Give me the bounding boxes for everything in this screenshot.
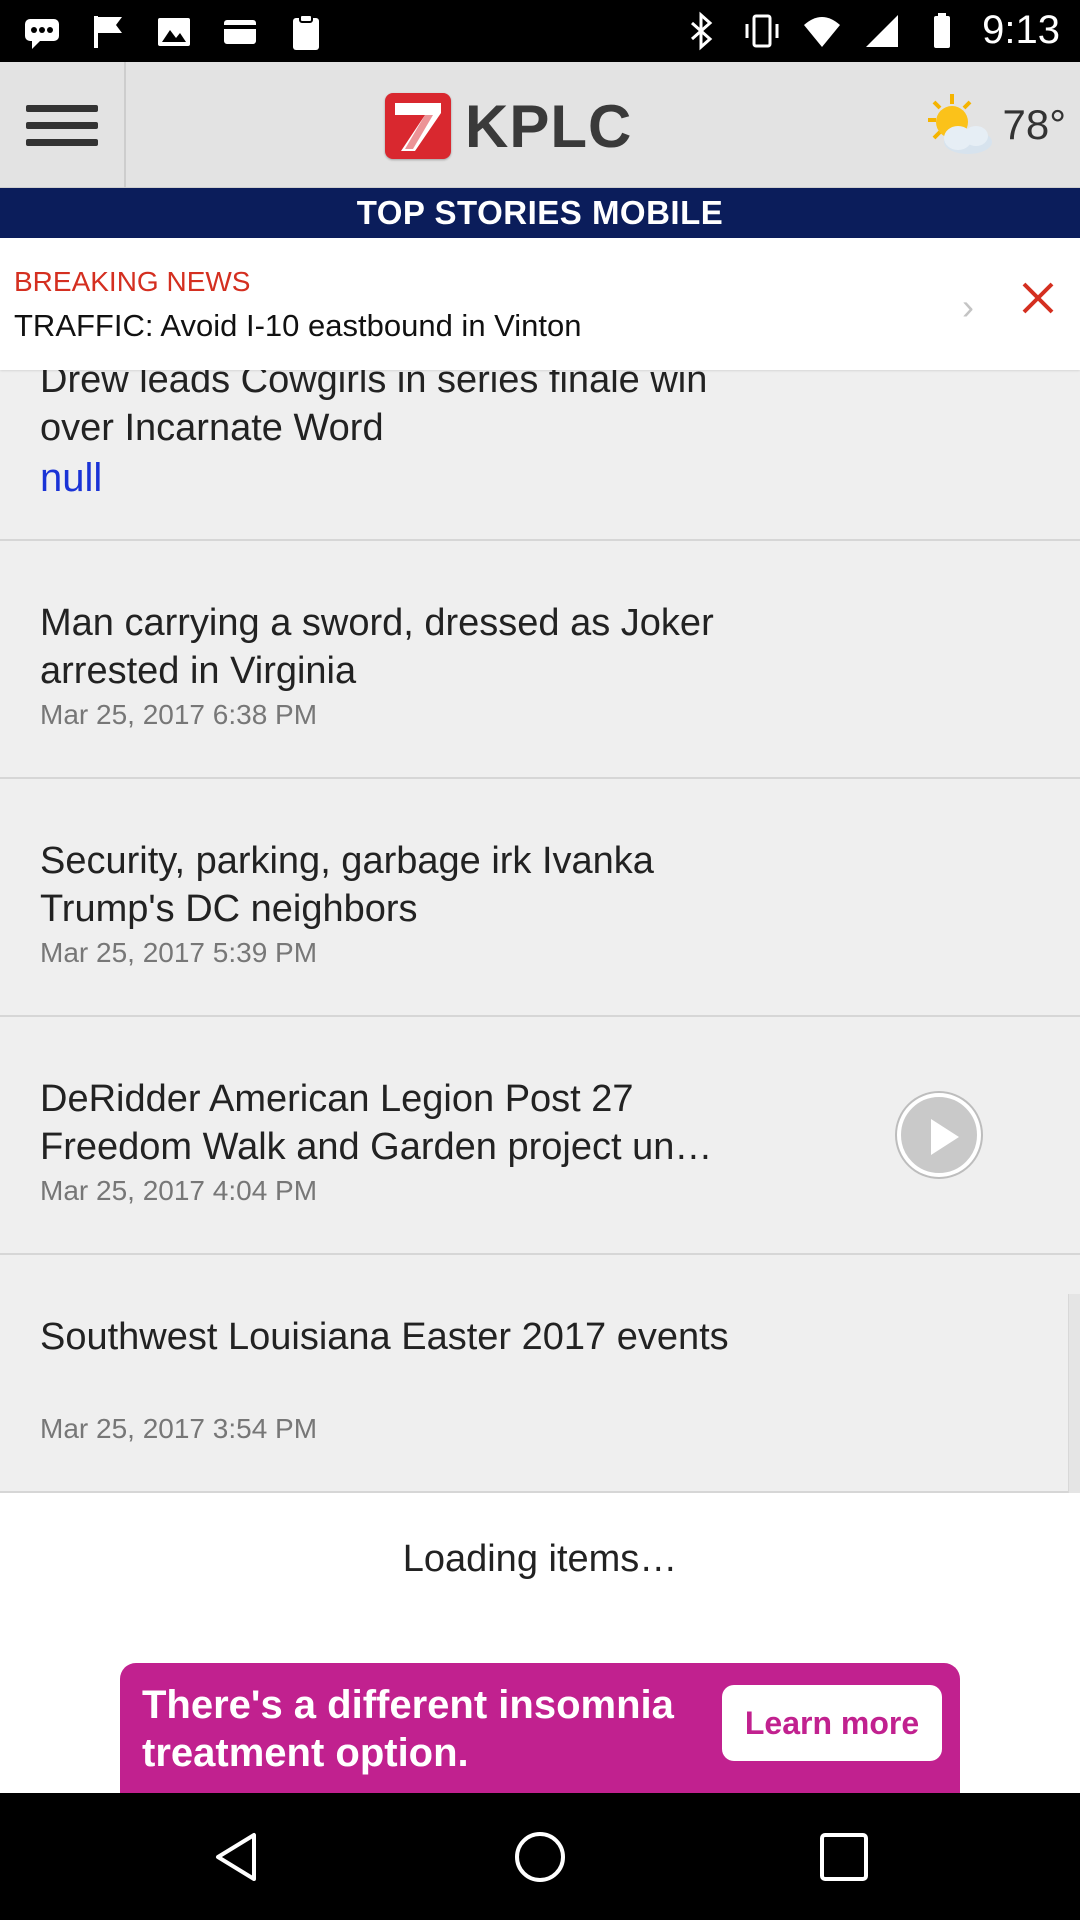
ad-banner[interactable]: There's a different insomnia treatment o… [120, 1663, 960, 1793]
weather-widget[interactable]: 78° [918, 90, 1066, 160]
story-date: null [40, 456, 103, 500]
recent-apps-icon[interactable] [816, 1829, 872, 1885]
status-bar: 9:13 [0, 0, 1080, 62]
home-icon[interactable] [512, 1829, 568, 1885]
story-date: Mar 25, 2017 3:54 PM [40, 1413, 318, 1444]
battery-icon [934, 12, 951, 48]
status-time: 9:13 [982, 8, 1060, 52]
section-title: TOP STORIES MOBILE [0, 188, 1080, 238]
seven-logo-icon [395, 103, 441, 151]
menu-icon-bar [26, 138, 98, 146]
story-headline: Security, parking, garbage irk Ivanka Tr… [40, 840, 654, 930]
story-date: Mar 25, 2017 6:38 PM [40, 699, 318, 730]
logo-text: KPLC [465, 92, 633, 160]
notification-icons [22, 12, 326, 52]
menu-button[interactable] [0, 62, 126, 188]
logo-badge [385, 93, 451, 159]
temperature: 78° [1002, 101, 1066, 148]
breaking-label: BREAKING NEWS [14, 266, 251, 297]
story-headline: DeRidder American Legion Post 27 Freedom… [40, 1078, 713, 1168]
story-item[interactable]: DeRidder American Legion Post 27 Freedom… [0, 1017, 1080, 1255]
scrollbar[interactable] [1068, 1294, 1080, 1494]
breaking-news-banner[interactable]: BREAKING NEWS TRAFFIC: Avoid I-10 eastbo… [0, 238, 1080, 370]
system-nav-bar [0, 1793, 1080, 1920]
menu-icon-bar [26, 104, 98, 112]
card-icon [224, 20, 256, 44]
partly-sunny-icon [928, 94, 993, 154]
loading-text: Loading items… [402, 1538, 678, 1580]
bluetooth-icon [691, 11, 713, 50]
play-video-icon[interactable] [897, 1093, 981, 1177]
story-item[interactable]: Security, parking, garbage irk Ivanka Tr… [0, 779, 1080, 1017]
menu-icon-bar [26, 121, 98, 129]
flag-icon [94, 16, 122, 48]
story-date: Mar 25, 2017 4:04 PM [40, 1175, 318, 1206]
kplc-logo[interactable]: KPLC [385, 92, 632, 160]
chevron-right-icon[interactable]: › [962, 286, 974, 328]
back-icon[interactable] [208, 1829, 264, 1885]
ad-text: There's a different insomnia treatment o… [142, 1683, 674, 1775]
breaking-message: TRAFFIC: Avoid I-10 eastbound in Vinton [14, 308, 582, 343]
close-icon[interactable] [1018, 278, 1058, 318]
story-headline: Drew leads Cowgirls in series finale win… [40, 359, 708, 449]
image-icon [158, 18, 190, 46]
story-item[interactable]: Southwest Louisiana Easter 2017 events M… [0, 1255, 1080, 1493]
ad-learn-more-button[interactable]: Learn more [722, 1685, 942, 1761]
story-headline: Man carrying a sword, dressed as Joker a… [40, 602, 714, 692]
wifi-icon [804, 16, 841, 47]
story-list[interactable]: Mar 26, 2017 12:00 AM Drew leads Cowgirl… [0, 238, 1080, 1793]
signal-icon [866, 14, 899, 47]
story-date: Mar 25, 2017 5:39 PM [40, 937, 318, 968]
app-header: KPLC 78° [0, 62, 1080, 188]
story-headline: Southwest Louisiana Easter 2017 events [40, 1316, 729, 1358]
status-right: 9:13 [682, 8, 1060, 53]
chat-icon [25, 19, 59, 49]
story-item[interactable]: Man carrying a sword, dressed as Joker a… [0, 541, 1080, 779]
vibrate-icon [745, 14, 779, 47]
clipboard-icon [293, 14, 319, 50]
